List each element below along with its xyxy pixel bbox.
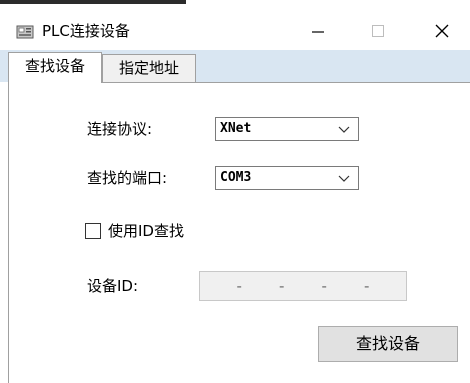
- device-id-segment: -: [236, 277, 242, 295]
- minimize-button[interactable]: [290, 12, 346, 50]
- device-id-segment: -: [364, 277, 370, 295]
- tab-specify-address[interactable]: 指定地址: [102, 54, 196, 82]
- protocol-value: XNet: [220, 121, 252, 136]
- window-title: PLC连接设备: [42, 22, 130, 40]
- chevron-down-icon: [338, 175, 350, 182]
- port-select[interactable]: COM3: [215, 166, 359, 190]
- device-id-segment: -: [321, 277, 327, 295]
- close-icon: [435, 24, 449, 38]
- minimize-icon: [312, 31, 324, 33]
- tab-strip: 查找设备 指定地址: [0, 50, 470, 83]
- port-value: COM3: [220, 170, 252, 185]
- plc-connect-dialog: PLC连接设备 查找设备 指定地址 连接协议: XNet 查找的端口: COM3…: [0, 0, 470, 383]
- protocol-select[interactable]: XNet: [215, 117, 359, 141]
- use-id-checkbox[interactable]: [85, 223, 101, 239]
- port-label: 查找的端口:: [87, 169, 168, 187]
- title-bar: PLC连接设备: [0, 12, 470, 50]
- device-id-segment: -: [279, 277, 285, 295]
- use-id-label: 使用ID查找: [108, 222, 184, 240]
- find-device-button[interactable]: 查找设备: [318, 326, 458, 362]
- close-button[interactable]: [414, 12, 470, 50]
- protocol-label: 连接协议:: [87, 120, 153, 138]
- chevron-down-icon: [338, 126, 350, 133]
- plc-device-icon: [16, 25, 34, 39]
- maximize-button[interactable]: [350, 12, 406, 50]
- background-bar: [0, 0, 186, 4]
- find-device-panel: 连接协议: XNet 查找的端口: COM3 使用ID查找 设备ID: - - …: [8, 82, 470, 383]
- background-window-edge: [0, 0, 470, 12]
- maximize-icon: [372, 25, 384, 37]
- device-id-label: 设备ID:: [87, 277, 139, 295]
- device-id-field[interactable]: - - - -: [199, 271, 407, 301]
- tab-find-device[interactable]: 查找设备: [8, 52, 102, 83]
